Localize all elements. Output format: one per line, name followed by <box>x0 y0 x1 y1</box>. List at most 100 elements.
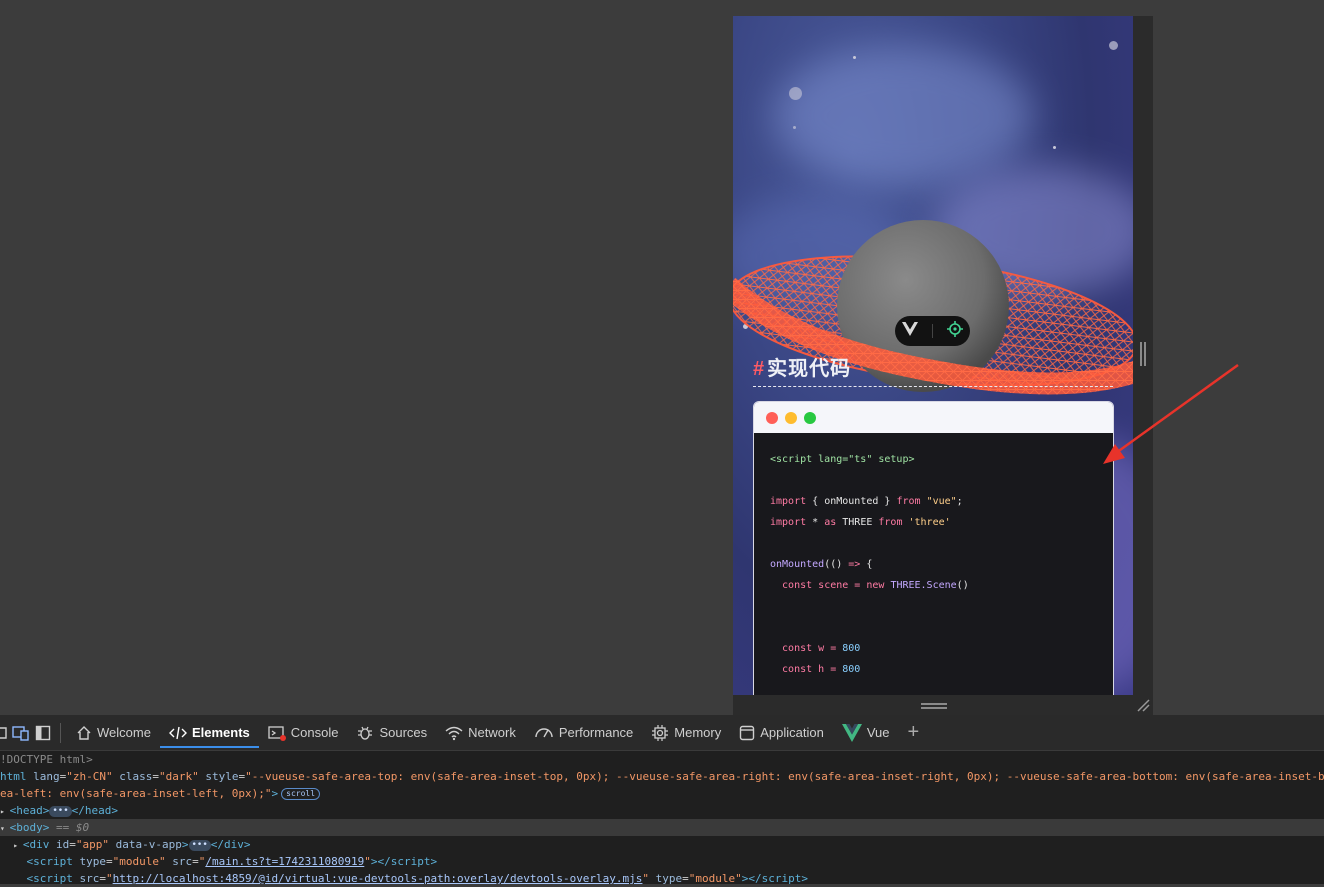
script-type-value: "module" <box>688 872 742 885</box>
tab-label: Network <box>468 725 516 740</box>
vue-logo-icon[interactable] <box>902 321 918 341</box>
code-window: <script lang="ts" setup> import { onMount… <box>753 401 1114 695</box>
code-line: const h = 800 <box>770 659 1113 680</box>
body-open-tag: <body> <box>9 821 50 834</box>
code-token: (() <box>824 559 849 570</box>
selected-marker: == $0 <box>56 821 90 834</box>
html-tag: html <box>0 770 27 783</box>
tab-label: Memory <box>674 725 722 740</box>
code-token: THREE <box>842 517 879 528</box>
script-type-attr: type <box>655 872 683 885</box>
code-token: ; <box>956 496 963 507</box>
code-token: as <box>824 517 843 528</box>
expand-ellipsis-button[interactable]: ••• <box>49 805 72 817</box>
code-token: onMounted <box>770 559 825 570</box>
head-open-tag: <head> <box>9 804 50 817</box>
inspect-icon[interactable] <box>0 715 10 750</box>
tab-memory[interactable]: Memory <box>642 715 730 750</box>
code-line: const w = 800 <box>770 638 1113 659</box>
code-token: { onMounted } <box>812 496 897 507</box>
html-class-attr: class <box>119 770 153 783</box>
code-token: const <box>770 664 819 675</box>
devtools-tabs: Welcome Elements Console Sources Network Perf… <box>67 715 899 750</box>
code-line: const scene = new THREE.Scene() <box>770 575 1113 596</box>
device-toggle-icon[interactable] <box>10 715 32 750</box>
tab-console[interactable]: Console <box>259 715 348 750</box>
code-line: onMounted(() => { <box>770 554 1113 575</box>
dom-script-overlay-line[interactable]: <script src="http://localhost:4859/@id/v… <box>0 870 1324 887</box>
scroll-badge[interactable]: scroll <box>281 788 321 800</box>
div-id-attr: id <box>56 838 70 851</box>
code-token: h <box>818 664 831 675</box>
device-preview: # 实现代码 <script lang="ts" setup> import { o… <box>733 16 1133 695</box>
home-icon <box>76 725 92 741</box>
dom-html-line-cont[interactable]: ea-left: env(safe-area-inset-left, 0px);… <box>0 785 1324 802</box>
vue-devtools-pill[interactable] <box>895 316 970 346</box>
expand-ellipsis-button[interactable]: ••• <box>188 839 211 851</box>
code-token: const <box>770 580 819 591</box>
code-line: import { onMounted } from "vue"; <box>770 491 1113 512</box>
dom-body-line[interactable]: ▾ <body> == $0 <box>0 819 1324 836</box>
crosshair-icon[interactable] <box>947 320 963 342</box>
code-line: <script lang="ts" setup> <box>770 449 1113 470</box>
chip-icon <box>651 724 669 742</box>
add-tab-button[interactable]: + <box>899 715 929 750</box>
tab-vue[interactable]: Vue <box>833 715 899 750</box>
tab-label: Sources <box>379 725 428 740</box>
tab-label: Console <box>290 725 339 740</box>
html-lang-attr: lang <box>33 770 60 783</box>
script-src-link[interactable]: http://localhost:4859/@id/virtual:vue-de… <box>113 872 643 885</box>
tab-label: Elements <box>191 725 250 740</box>
dom-div-app-line[interactable]: ▸ <div id="app" data-v-app> ••• </div> <box>0 836 1324 853</box>
code-token: scene <box>818 580 855 591</box>
dom-doctype-line[interactable]: !DOCTYPE html> <box>0 751 1324 768</box>
resize-corner-icon[interactable] <box>1136 698 1150 712</box>
tab-label: Application <box>760 725 824 740</box>
code-token: w <box>818 643 831 654</box>
html-style-value: "--vueuse-safe-area-top: env(safe-area-i… <box>245 770 1324 783</box>
script-src-link[interactable]: /main.ts?t=1742311080919 <box>205 855 364 868</box>
tab-sources[interactable]: Sources <box>347 715 436 750</box>
head-close-tag: </head> <box>71 804 119 817</box>
div-id-value: "app" <box>75 838 110 851</box>
code-line: import * as THREE from 'three' <box>770 512 1113 533</box>
tab-label: Welcome <box>97 725 151 740</box>
annotation-arrow-icon <box>1103 363 1239 464</box>
tab-network[interactable]: Network <box>436 715 525 750</box>
tab-label: Performance <box>558 725 634 740</box>
maximize-dot-icon <box>804 411 816 424</box>
code-token: <script lang="ts" setup> <box>770 454 915 465</box>
code-token: import <box>770 517 813 528</box>
html-style-attr: style <box>205 770 239 783</box>
tabbar-divider <box>60 722 61 743</box>
html-style-value-cont: ea-left: env(safe-area-inset-left, 0px);… <box>0 787 272 800</box>
code-token: "vue" <box>926 496 957 507</box>
dom-script-main-line[interactable]: <script type="module" src="/main.ts?t=17… <box>0 853 1324 870</box>
pill-divider <box>932 324 933 338</box>
heading-underline <box>753 386 1113 387</box>
code-token: = <box>830 643 843 654</box>
vue-icon <box>841 723 862 742</box>
code-token: new <box>866 580 891 591</box>
dock-side-icon[interactable] <box>32 715 54 750</box>
code-token: from <box>878 517 909 528</box>
tab-application[interactable]: Application <box>730 715 833 750</box>
heading-text: 实现代码 <box>767 358 852 380</box>
div-vapp-attr: data-v-app <box>115 838 182 851</box>
gauge-icon <box>534 725 554 741</box>
tab-welcome[interactable]: Welcome <box>67 715 160 750</box>
tab-performance[interactable]: Performance <box>525 715 642 750</box>
code-icon <box>168 725 187 741</box>
code-token: = <box>854 580 867 591</box>
html-lang-value: "zh-CN" <box>66 770 113 783</box>
dom-html-line[interactable]: html lang="zh-CN" class="dark" style="--… <box>0 768 1324 785</box>
tab-elements[interactable]: Elements <box>159 715 259 750</box>
dom-head-line[interactable]: ▸ <head> ••• </head> <box>0 802 1324 819</box>
heading-hash: # <box>753 358 766 380</box>
tab-label: Vue <box>866 725 890 740</box>
resize-handle-bottom[interactable] <box>921 703 947 709</box>
code-token: 800 <box>842 664 861 675</box>
code-token: { <box>866 559 873 570</box>
